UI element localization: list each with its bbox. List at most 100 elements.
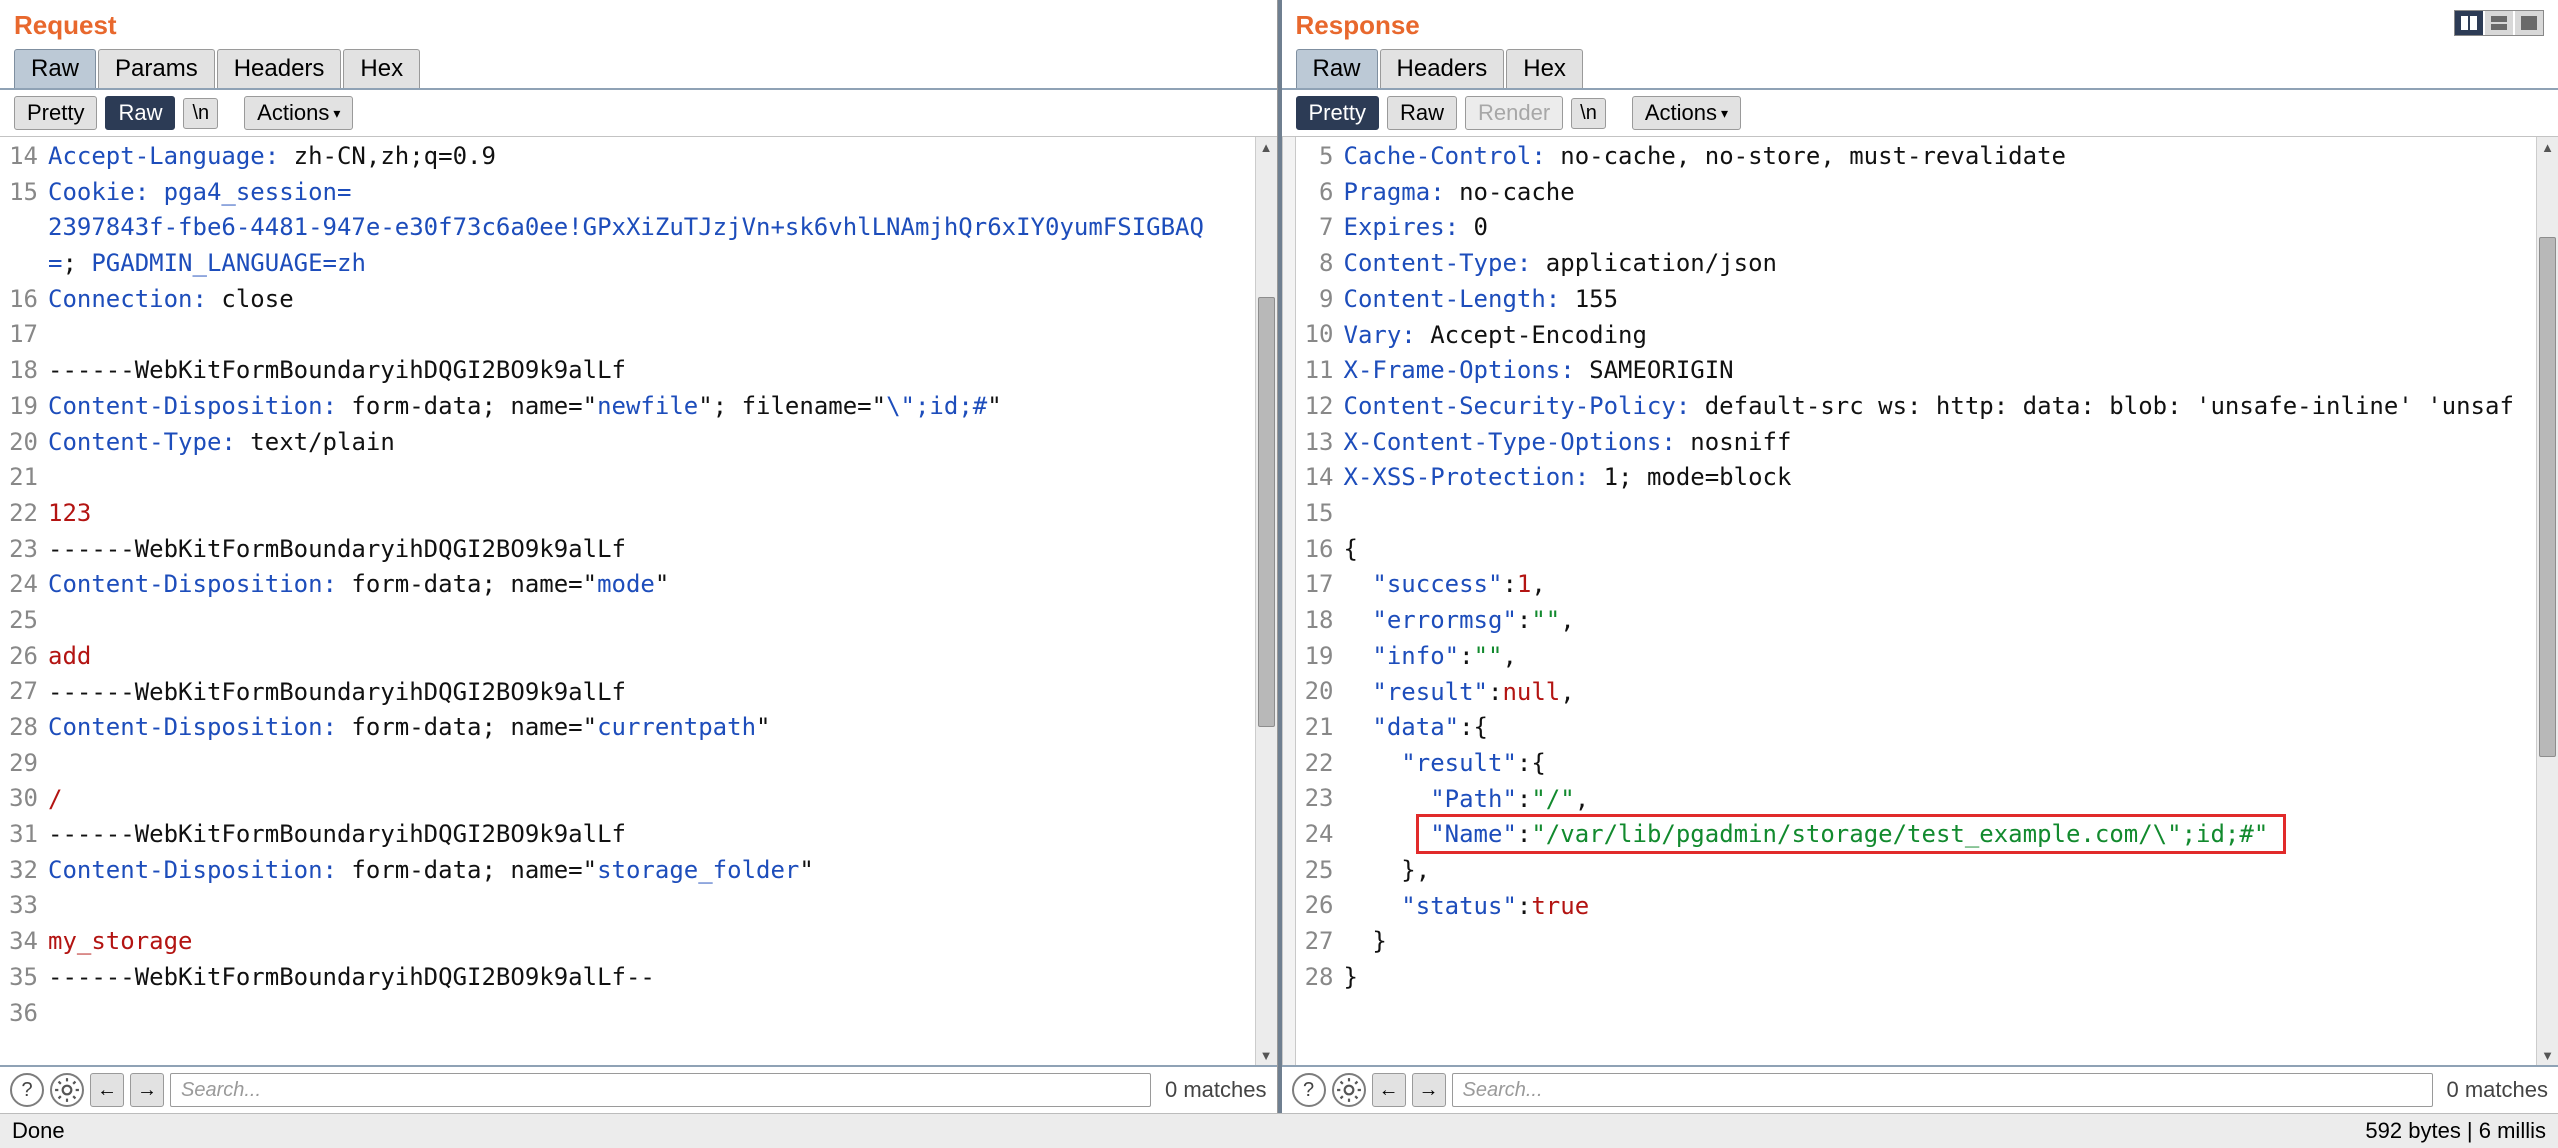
response-match-count: 0 matches (2439, 1077, 2549, 1103)
code-line: =; PGADMIN_LANGUAGE=zh (48, 246, 1255, 282)
layout-rows-button[interactable] (2485, 11, 2513, 35)
request-actions-dropdown[interactable]: Actions ▾ (244, 96, 353, 130)
code-line: "Name":"/var/lib/pgadmin/storage/test_ex… (1344, 817, 2537, 853)
tab-hex[interactable]: Hex (1506, 49, 1583, 88)
code-line: ------WebKitFormBoundaryihDQGI2BO9k9alLf (48, 675, 1255, 711)
response-title: Response (1296, 10, 1420, 41)
layout-columns-button[interactable] (2455, 11, 2483, 35)
code-line: Cookie: pga4_session= (48, 175, 1255, 211)
request-view-raw[interactable]: Raw (105, 96, 175, 130)
code-line: Accept-Language: zh-CN,zh;q=0.9 (48, 139, 1255, 175)
scroll-up-icon[interactable]: ▲ (1256, 137, 1277, 157)
code-line: X-XSS-Protection: 1; mode=block (1344, 460, 2537, 496)
scroll-down-icon[interactable]: ▼ (2537, 1045, 2558, 1065)
response-vertical-scrollbar[interactable]: ▲ ▼ (2536, 137, 2558, 1065)
response-actions-dropdown[interactable]: Actions ▾ (1632, 96, 1741, 130)
response-view-raw[interactable]: Raw (1387, 96, 1457, 130)
code-line (48, 889, 1255, 925)
code-line: } (1344, 960, 2537, 996)
layout-toggle-group (2454, 10, 2544, 36)
nav-prev-button[interactable]: ← (1372, 1073, 1406, 1107)
code-line: ------WebKitFormBoundaryihDQGI2BO9k9alLf (48, 532, 1255, 568)
code-line: ------WebKitFormBoundaryihDQGI2BO9k9alLf… (48, 960, 1255, 996)
help-button[interactable]: ? (1292, 1073, 1326, 1107)
code-line: "data":{ (1344, 710, 2537, 746)
status-bar: Done 592 bytes | 6 millis (0, 1113, 2558, 1148)
code-line: } (1344, 924, 2537, 960)
code-line: Content-Disposition: form-data; name="mo… (48, 567, 1255, 603)
response-line-gutter: 5678910111213141516171819202122232425262… (1296, 137, 1340, 1065)
request-line-gutter: 1415161718192021222324252627282930313233… (0, 137, 44, 1065)
code-line: Content-Type: application/json (1344, 246, 2537, 282)
tab-hex[interactable]: Hex (343, 49, 420, 88)
response-view-render[interactable]: Render (1465, 96, 1563, 130)
scroll-thumb[interactable] (2539, 237, 2556, 757)
status-left: Done (12, 1118, 65, 1144)
code-line: Content-Length: 155 (1344, 282, 2537, 318)
response-code-area[interactable]: Cache-Control: no-cache, no-store, must-… (1340, 137, 2537, 1065)
tab-headers[interactable]: Headers (217, 49, 342, 88)
code-line: "result":null, (1344, 675, 2537, 711)
code-line: "result":{ (1344, 746, 2537, 782)
response-pane: Response RawHeadersHex Pretty Raw (1282, 0, 2558, 1113)
code-line: "status":true (1344, 889, 2537, 925)
response-tab-row: RawHeadersHex (1282, 49, 2558, 90)
code-line: Vary: Accept-Encoding (1344, 318, 2537, 354)
code-line: 2397843f-fbe6-4481-947e-e30f73c6a0ee!GPx… (48, 210, 1255, 246)
code-line: Content-Disposition: form-data; name="cu… (48, 710, 1255, 746)
request-search-input[interactable] (170, 1073, 1151, 1107)
request-view-pretty[interactable]: Pretty (14, 96, 97, 130)
request-view-newline[interactable]: \n (183, 98, 218, 129)
chevron-down-icon: ▾ (1721, 105, 1728, 122)
response-fold-gutter[interactable] (1282, 137, 1296, 1065)
settings-button[interactable] (1332, 1073, 1366, 1107)
code-line: }, (1344, 853, 2537, 889)
code-line (48, 996, 1255, 1032)
columns-icon (2461, 16, 2477, 30)
rows-icon (2491, 16, 2507, 30)
code-line: Content-Disposition: form-data; name="st… (48, 853, 1255, 889)
scroll-down-icon[interactable]: ▼ (1256, 1045, 1277, 1065)
nav-next-button[interactable]: → (130, 1073, 164, 1107)
layout-single-button[interactable] (2515, 11, 2543, 35)
scroll-thumb[interactable] (1258, 297, 1275, 727)
code-line: { (1344, 532, 2537, 568)
response-search-input[interactable] (1452, 1073, 2433, 1107)
tab-raw[interactable]: Raw (1296, 49, 1378, 88)
request-vertical-scrollbar[interactable]: ▲ ▼ (1255, 137, 1277, 1065)
code-line: Cache-Control: no-cache, no-store, must-… (1344, 139, 2537, 175)
gear-icon (54, 1077, 80, 1103)
single-icon (2521, 16, 2537, 30)
status-right: 592 bytes | 6 millis (2365, 1118, 2546, 1144)
code-line: "Path":"/", (1344, 782, 2537, 818)
code-line: Pragma: no-cache (1344, 175, 2537, 211)
code-line: Content-Disposition: form-data; name="ne… (48, 389, 1255, 425)
request-match-count: 0 matches (1157, 1077, 1267, 1103)
tab-params[interactable]: Params (98, 49, 215, 88)
code-line (48, 603, 1255, 639)
tab-raw[interactable]: Raw (14, 49, 96, 88)
code-line: / (48, 782, 1255, 818)
code-line: Expires: 0 (1344, 210, 2537, 246)
code-line: 123 (48, 496, 1255, 532)
help-button[interactable]: ? (10, 1073, 44, 1107)
request-actions-label: Actions (257, 100, 329, 126)
tab-headers[interactable]: Headers (1380, 49, 1505, 88)
code-line: Content-Type: text/plain (48, 425, 1255, 461)
nav-next-button[interactable]: → (1412, 1073, 1446, 1107)
code-line: ------WebKitFormBoundaryihDQGI2BO9k9alLf (48, 353, 1255, 389)
request-title: Request (14, 10, 117, 41)
response-actions-label: Actions (1645, 100, 1717, 126)
response-view-pretty[interactable]: Pretty (1296, 96, 1379, 130)
code-line: my_storage (48, 924, 1255, 960)
request-code-area[interactable]: Accept-Language: zh-CN,zh;q=0.9Cookie: p… (44, 137, 1255, 1065)
response-view-newline[interactable]: \n (1571, 98, 1606, 129)
nav-prev-button[interactable]: ← (90, 1073, 124, 1107)
code-line: "info":"", (1344, 639, 2537, 675)
chevron-down-icon: ▾ (333, 105, 340, 122)
request-tab-row: RawParamsHeadersHex (0, 49, 1277, 90)
scroll-up-icon[interactable]: ▲ (2537, 137, 2558, 157)
code-line: "errormsg":"", (1344, 603, 2537, 639)
request-pane: Request RawParamsHeadersHex Pretty Raw \… (0, 0, 1278, 1113)
settings-button[interactable] (50, 1073, 84, 1107)
